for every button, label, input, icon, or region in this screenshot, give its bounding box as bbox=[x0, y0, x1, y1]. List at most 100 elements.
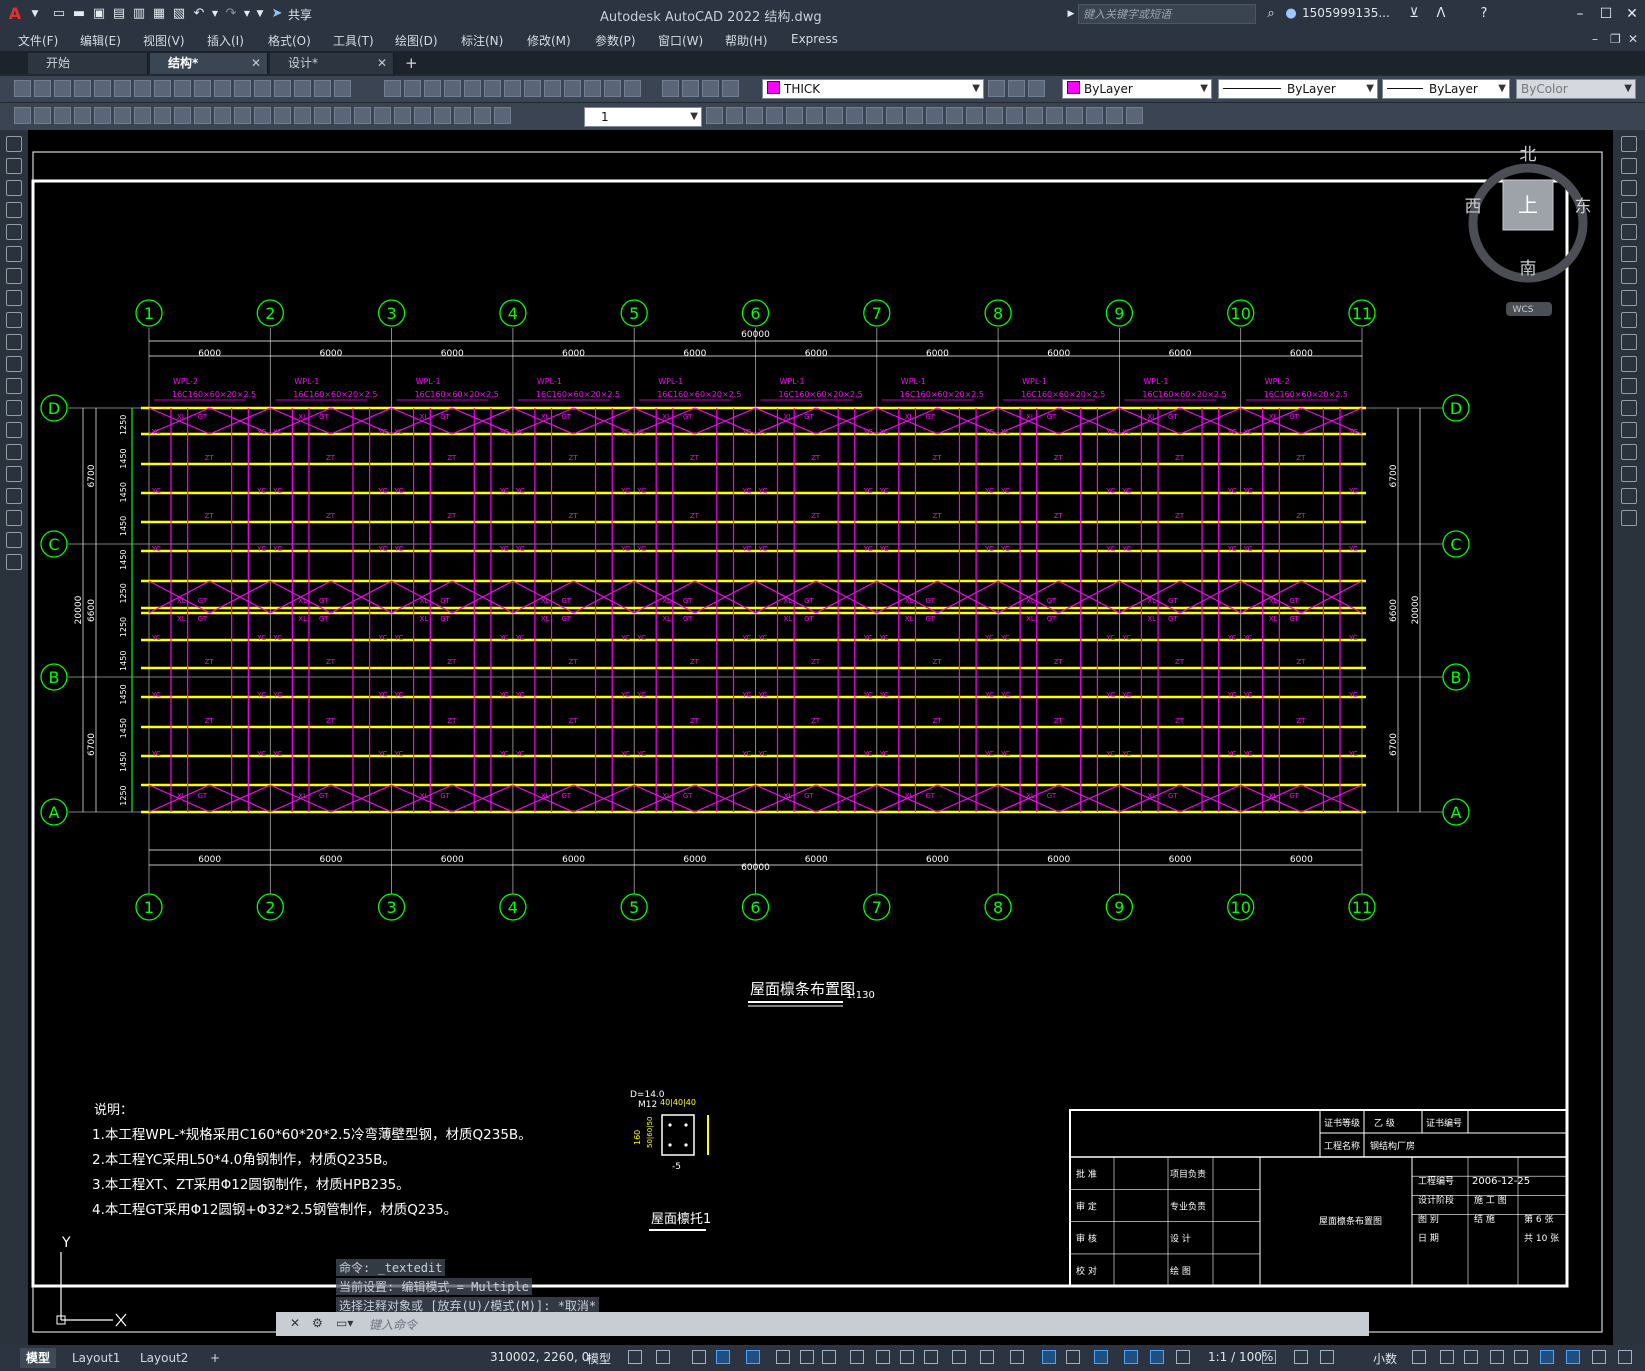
status-toggle-icon[interactable] bbox=[1320, 1350, 1334, 1364]
draw-tool-icon[interactable] bbox=[6, 290, 22, 306]
customize-qat-icon[interactable]: ▼ bbox=[254, 5, 266, 23]
maximize-icon[interactable]: ☐ bbox=[1596, 4, 1616, 24]
modify-tool-icon[interactable] bbox=[786, 107, 803, 124]
menu-file[interactable]: 文件(F) bbox=[18, 32, 58, 49]
modify-tool-icon[interactable] bbox=[1066, 107, 1083, 124]
user-icon[interactable]: ● bbox=[1282, 5, 1300, 23]
save-icon[interactable]: ▣ bbox=[90, 5, 108, 23]
status-toggle-icon[interactable] bbox=[1490, 1350, 1504, 1364]
modify-tool-icon[interactable] bbox=[1106, 107, 1123, 124]
draw-tool-icon[interactable] bbox=[6, 356, 22, 372]
status-toggle-icon[interactable] bbox=[850, 1350, 864, 1364]
view-tool-icon[interactable] bbox=[464, 80, 481, 97]
layer-tool-icon[interactable] bbox=[662, 80, 679, 97]
viewcube[interactable]: 上 北 南 西 东 WCS bbox=[1465, 145, 1592, 316]
status-toggle-icon[interactable] bbox=[980, 1350, 994, 1364]
dimension-tool-icon[interactable] bbox=[214, 107, 231, 124]
minimize-icon[interactable]: – bbox=[1570, 4, 1590, 24]
standard-tool-icon[interactable] bbox=[114, 80, 131, 97]
undo-icon[interactable]: ↶ bbox=[190, 5, 208, 23]
command-recent-icon[interactable]: ▭▾ bbox=[336, 1316, 353, 1330]
layer-state-icon[interactable] bbox=[988, 80, 1005, 97]
help-icon[interactable]: ? bbox=[1475, 5, 1493, 23]
status-toggle-icon[interactable] bbox=[952, 1350, 966, 1364]
modify-tool-icon[interactable] bbox=[946, 107, 963, 124]
tab-start[interactable]: 开始 bbox=[28, 53, 148, 74]
status-toggle-icon[interactable] bbox=[716, 1350, 730, 1364]
dimension-tool-icon[interactable] bbox=[34, 107, 51, 124]
draw-tool-icon[interactable] bbox=[6, 312, 22, 328]
view-tool-icon[interactable] bbox=[624, 80, 641, 97]
modify-tool-icon[interactable] bbox=[1621, 290, 1637, 306]
modify-tool-icon[interactable] bbox=[746, 107, 763, 124]
standard-tool-icon[interactable] bbox=[294, 80, 311, 97]
draw-tool-icon[interactable] bbox=[6, 422, 22, 438]
search-icon[interactable]: ⌕ bbox=[1262, 5, 1280, 23]
plot-icon[interactable]: ▧ bbox=[170, 5, 188, 23]
modify-tool-icon[interactable] bbox=[1621, 136, 1637, 152]
menu-view[interactable]: 视图(V) bbox=[143, 32, 185, 49]
tab-close-icon[interactable]: ✕ bbox=[377, 53, 387, 74]
modify-tool-icon[interactable] bbox=[826, 107, 843, 124]
status-toggle-icon[interactable] bbox=[692, 1350, 706, 1364]
layer-tool-icon[interactable] bbox=[682, 80, 699, 97]
units-display[interactable]: 小数 bbox=[1373, 1350, 1397, 1367]
undo-dropdown-icon[interactable]: ▼ bbox=[210, 5, 220, 23]
dimension-tool-icon[interactable] bbox=[114, 107, 131, 124]
modify-tool-icon[interactable] bbox=[1621, 246, 1637, 262]
status-toggle-icon[interactable] bbox=[900, 1350, 914, 1364]
status-toggle-icon[interactable] bbox=[1042, 1350, 1056, 1364]
status-toggle-icon[interactable] bbox=[1066, 1350, 1080, 1364]
draw-tool-icon[interactable] bbox=[6, 136, 22, 152]
view-tool-icon[interactable] bbox=[404, 80, 421, 97]
menu-window[interactable]: 窗口(W) bbox=[658, 32, 703, 49]
model-tab[interactable]: 模型 bbox=[20, 1348, 57, 1368]
status-toggle-icon[interactable] bbox=[1464, 1350, 1478, 1364]
dimension-tool-icon[interactable] bbox=[94, 107, 111, 124]
modify-tool-icon[interactable] bbox=[986, 107, 1003, 124]
modify-tool-icon[interactable] bbox=[1621, 422, 1637, 438]
draw-tool-icon[interactable] bbox=[6, 334, 22, 350]
modify-tool-icon[interactable] bbox=[1621, 378, 1637, 394]
dimension-tool-icon[interactable] bbox=[334, 107, 351, 124]
modify-tool-icon[interactable] bbox=[766, 107, 783, 124]
status-toggle-icon[interactable] bbox=[656, 1350, 670, 1364]
modify-tool-icon[interactable] bbox=[1621, 312, 1637, 328]
status-toggle-icon[interactable] bbox=[1592, 1350, 1606, 1364]
dimension-tool-icon[interactable] bbox=[274, 107, 291, 124]
doc-restore-icon[interactable]: ❐ bbox=[1610, 32, 1621, 46]
status-toggle-icon[interactable] bbox=[1412, 1350, 1426, 1364]
layout2-tab[interactable]: Layout2 bbox=[134, 1348, 194, 1368]
wcs-label[interactable]: WCS bbox=[1513, 305, 1534, 315]
viewcube-south[interactable]: 南 bbox=[1520, 259, 1537, 279]
viewcube-east[interactable]: 东 bbox=[1575, 197, 1592, 217]
layer-state-icon[interactable] bbox=[1028, 80, 1045, 97]
view-tool-icon[interactable] bbox=[484, 80, 501, 97]
menu-tools[interactable]: 工具(T) bbox=[333, 32, 374, 49]
draw-tool-icon[interactable] bbox=[6, 268, 22, 284]
menu-dimension[interactable]: 标注(N) bbox=[461, 32, 503, 49]
command-close-icon[interactable]: ✕ bbox=[290, 1316, 300, 1330]
status-toggle-icon[interactable] bbox=[1010, 1350, 1024, 1364]
status-toggle-icon[interactable] bbox=[1618, 1350, 1632, 1364]
modify-tool-icon[interactable] bbox=[1621, 180, 1637, 196]
color-dropdown[interactable]: ByLayer ▼ bbox=[1062, 79, 1212, 99]
annotation-scale[interactable]: 1:1 / 100% bbox=[1208, 1350, 1273, 1364]
modify-tool-icon[interactable] bbox=[886, 107, 903, 124]
layer-tool-icon[interactable] bbox=[702, 80, 719, 97]
draw-tool-icon[interactable] bbox=[6, 444, 22, 460]
draw-tool-icon[interactable] bbox=[6, 554, 22, 570]
search-input[interactable]: 键入关键字或短语 bbox=[1078, 4, 1256, 24]
modify-tool-icon[interactable] bbox=[906, 107, 923, 124]
dimension-tool-icon[interactable] bbox=[194, 107, 211, 124]
draw-tool-icon[interactable] bbox=[6, 378, 22, 394]
modify-tool-icon[interactable] bbox=[1126, 107, 1143, 124]
view-tool-icon[interactable] bbox=[504, 80, 521, 97]
viewcube-top[interactable]: 上 bbox=[1518, 193, 1538, 217]
user-name[interactable]: 1505999135... bbox=[1302, 6, 1390, 20]
view-tool-icon[interactable] bbox=[604, 80, 621, 97]
close-icon[interactable]: ✕ bbox=[1622, 4, 1642, 24]
draw-tool-icon[interactable] bbox=[6, 488, 22, 504]
tab-close-icon[interactable]: ✕ bbox=[251, 53, 261, 74]
modify-tool-icon[interactable] bbox=[1621, 224, 1637, 240]
